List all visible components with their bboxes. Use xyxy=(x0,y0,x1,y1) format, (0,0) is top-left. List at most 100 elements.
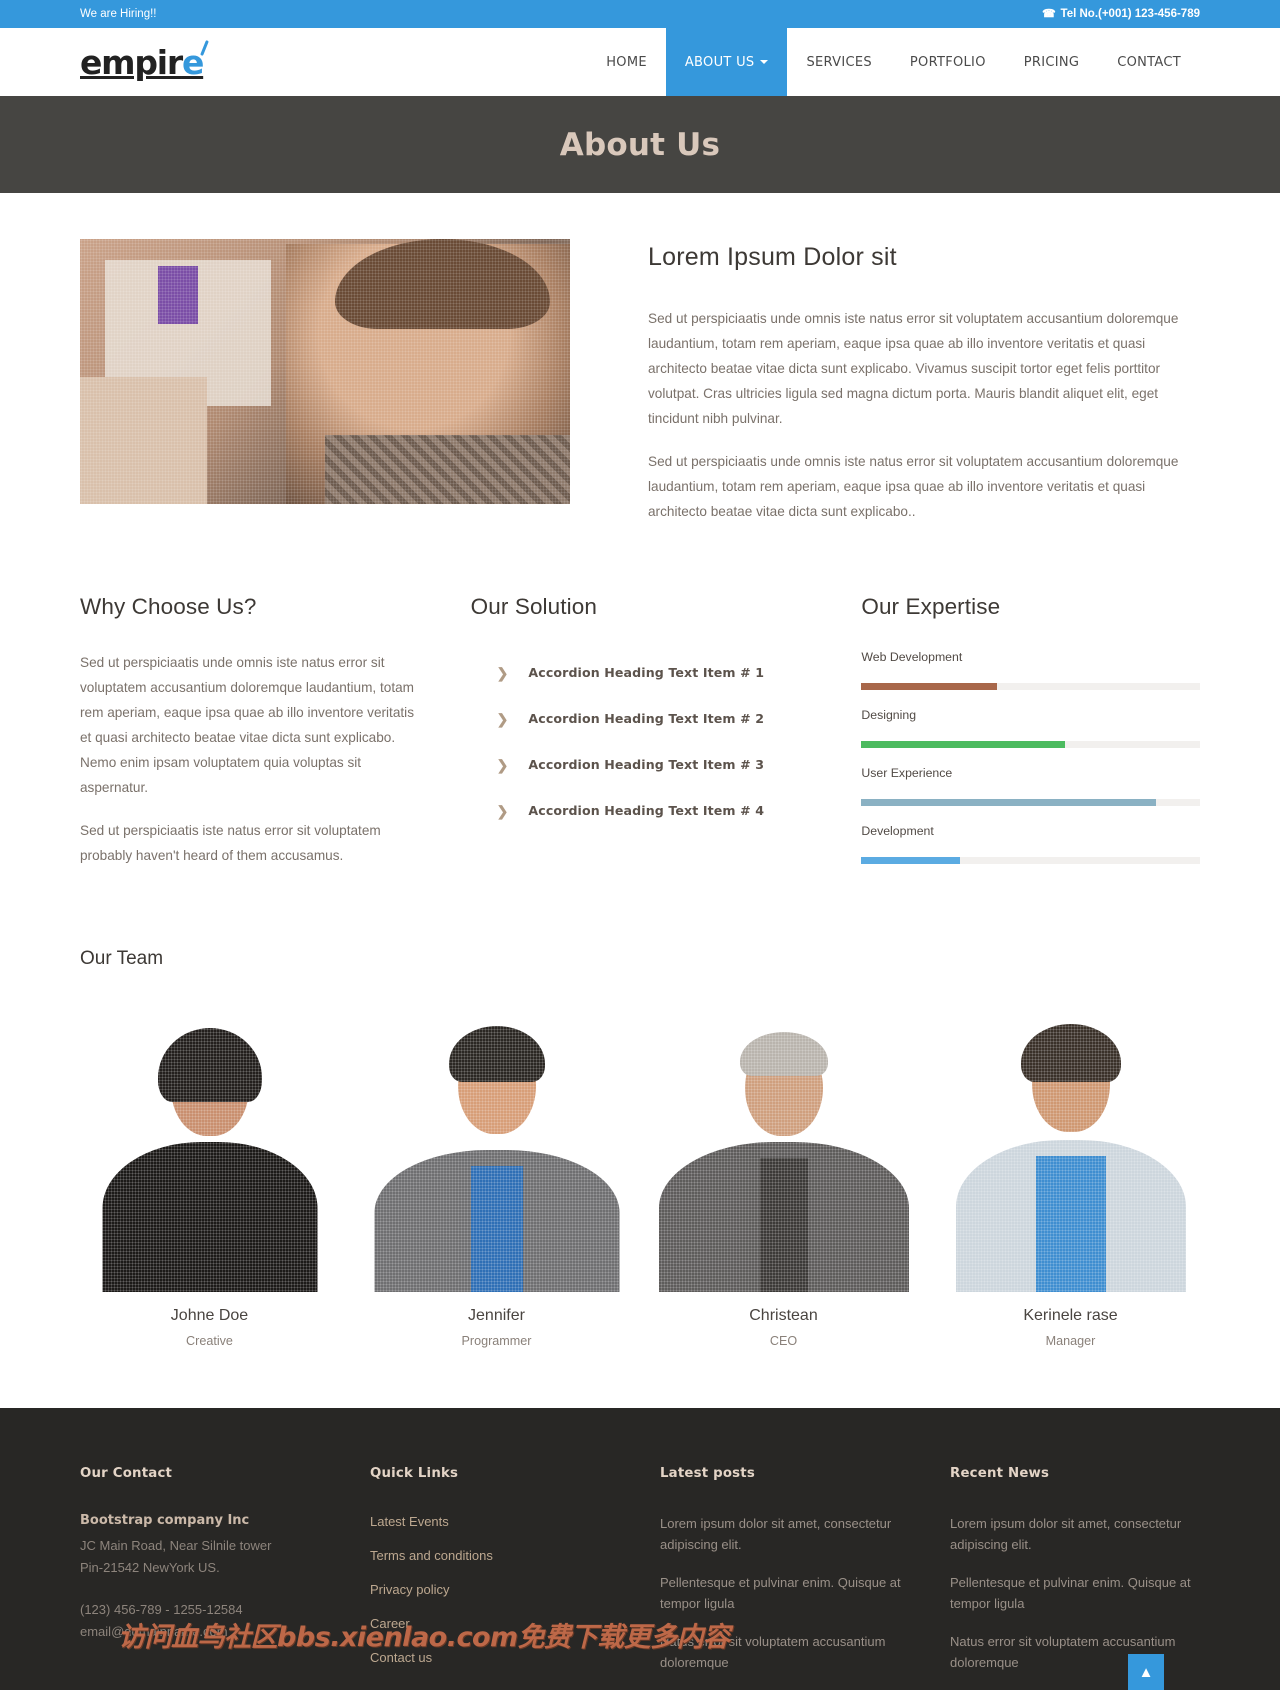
why-choose-us-column: Why Choose Us? Sed ut perspiciaatis unde… xyxy=(80,594,419,886)
footer-company-name: Bootstrap company Inc xyxy=(80,1513,250,1528)
nav-item-contact[interactable]: CONTACT xyxy=(1098,28,1200,96)
skill-row: Designing xyxy=(861,708,1201,748)
accordion-item-label: Accordion Heading Text Item # 1 xyxy=(528,665,765,680)
skill-progress-fill xyxy=(861,857,960,864)
accordion-item[interactable]: ❯ Accordion Heading Text Item # 3 xyxy=(471,742,810,788)
our-team-heading: Our Team xyxy=(80,948,164,969)
about-us-page: We are Hiring!! ☎ Tel No.(+001) 123-456-… xyxy=(0,0,1280,1690)
site-header: empir e HOME ABOUT US SERVICES PORTFOLIO PRIC… xyxy=(0,28,1280,96)
chevron-up-icon: ▲ xyxy=(1138,1663,1154,1681)
skill-row: User Experience xyxy=(861,766,1201,806)
chevron-right-icon: ❯ xyxy=(496,802,509,819)
utility-topbar: We are Hiring!! ☎ Tel No.(+001) 123-456-… xyxy=(0,0,1280,28)
our-expertise-column: Our Expertise Web Development Designing Us… xyxy=(861,594,1201,886)
our-solution-column: Our Solution ❯ Accordion Heading Text Ite… xyxy=(471,594,810,886)
footer-post-item[interactable]: Pellentesque et pulvinar enim. Quisque a… xyxy=(950,1572,1200,1614)
footer-post-item[interactable]: Lorem ipsum dolor sit amet, consectetur … xyxy=(950,1513,1200,1555)
page-hero: About Us xyxy=(0,96,1280,193)
skill-row: Web Development xyxy=(861,650,1201,690)
photo-shape-hair xyxy=(157,1028,262,1102)
skill-progress-fill xyxy=(861,741,1065,748)
footer-link[interactable]: Privacy policy xyxy=(370,1582,449,1597)
photo-dither-overlay xyxy=(80,239,570,504)
footer-link[interactable]: Terms and conditions xyxy=(370,1548,493,1563)
chevron-down-icon xyxy=(760,60,769,64)
photo-shape-torso xyxy=(102,1142,317,1292)
footer-recent-news-list: Lorem ipsum dolor sit amet, consectetur … xyxy=(950,1513,1200,1673)
accordion-item-label: Accordion Heading Text Item # 2 xyxy=(528,711,765,726)
footer-link[interactable]: Latest Events xyxy=(370,1514,449,1529)
logo-text-main: empir xyxy=(80,42,183,82)
footer-quick-links-column: Quick Links Latest Events Terms and condi… xyxy=(370,1466,620,1690)
chevron-right-icon: ❯ xyxy=(496,664,509,681)
skill-label: Web Development xyxy=(861,650,963,664)
accordion-item-label: Accordion Heading Text Item # 3 xyxy=(528,757,765,772)
why-choose-us-paragraph-2: Sed ut perspiciaatis iste natus error si… xyxy=(80,823,381,863)
photo-shape-hair xyxy=(448,1026,545,1082)
site-logo[interactable]: empir e xyxy=(80,28,204,96)
intro-heading: Lorem Ipsum Dolor sit xyxy=(648,243,897,271)
our-expertise-heading: Our Expertise xyxy=(861,594,1001,619)
skill-label: Designing xyxy=(861,708,917,722)
accordion-item-label: Accordion Heading Text Item # 4 xyxy=(528,803,765,818)
footer-address-line-1: JC Main Road, Near Silnile tower xyxy=(80,1538,272,1553)
team-photo-jennifer xyxy=(367,1010,626,1292)
hiring-notice[interactable]: We are Hiring!! xyxy=(80,8,156,20)
team-member-role: Creative xyxy=(186,1334,233,1348)
footer-quick-links-heading: Quick Links xyxy=(370,1466,459,1481)
nav-item-label: HOME xyxy=(606,54,647,70)
skill-progress-fill xyxy=(861,799,1156,806)
nav-item-pricing[interactable]: PRICING xyxy=(1005,28,1099,96)
intro-photo xyxy=(80,239,570,504)
photo-shape-shirt xyxy=(1035,1156,1106,1292)
scroll-to-top-button[interactable]: ▲ xyxy=(1128,1654,1164,1690)
footer-address-line-2: Pin-21542 NewYork US. xyxy=(80,1560,220,1575)
nav-item-label: PORTFOLIO xyxy=(909,54,986,70)
footer-latest-posts-heading: Latest posts xyxy=(660,1466,755,1481)
accordion-list: ❯ Accordion Heading Text Item # 1 ❯ Accordi… xyxy=(471,650,810,834)
why-choose-us-paragraph-1: Sed ut perspiciaatis unde omnis iste nat… xyxy=(80,655,414,795)
nav-item-label: CONTACT xyxy=(1117,54,1181,70)
team-member-card[interactable]: Jennifer Programmer xyxy=(367,1010,626,1348)
intro-paragraph-1: Sed ut perspiciaatis unde omnis iste nat… xyxy=(648,311,1179,426)
nav-item-label: ABOUT US xyxy=(684,54,755,70)
photo-shape-shirt xyxy=(759,1158,808,1292)
footer-contact-column: Our Contact Bootstrap company Inc JC Mai… xyxy=(80,1466,330,1690)
team-grid: Johne Doe Creative Jennifer Programmer Chris… xyxy=(80,1010,1200,1348)
chevron-right-icon: ❯ xyxy=(496,756,509,773)
team-member-card[interactable]: Christean CEO xyxy=(654,1010,913,1348)
page-title: About Us xyxy=(559,126,721,163)
nav-item-portfolio[interactable]: PORTFOLIO xyxy=(891,28,1005,96)
our-solution-heading: Our Solution xyxy=(470,594,597,619)
accordion-item[interactable]: ❯ Accordion Heading Text Item # 4 xyxy=(471,788,810,834)
footer-post-item[interactable]: Lorem ipsum dolor sit amet, consectetur … xyxy=(660,1513,910,1555)
photo-shape-hair xyxy=(739,1032,828,1076)
team-member-card[interactable]: Kerinele rase Manager xyxy=(941,1010,1200,1348)
footer-contact-heading: Our Contact xyxy=(80,1466,173,1481)
nav-item-label: PRICING xyxy=(1023,54,1080,70)
nav-item-services[interactable]: SERVICES xyxy=(787,28,890,96)
team-member-role: CEO xyxy=(769,1334,798,1348)
team-photo-kerinele-rase xyxy=(941,1010,1200,1292)
team-member-role: Manager xyxy=(1045,1334,1096,1348)
photo-shape-shirt xyxy=(470,1166,523,1292)
team-member-name: Johne Doe xyxy=(170,1307,249,1324)
intro-copy: Lorem Ipsum Dolor sit Sed ut perspiciaat… xyxy=(648,239,1200,542)
skill-progress-track xyxy=(861,857,1201,864)
accordion-item[interactable]: ❯ Accordion Heading Text Item # 2 xyxy=(471,696,810,742)
nav-item-home[interactable]: HOME xyxy=(587,28,666,96)
logo-text-accent: e xyxy=(181,42,204,82)
skill-progress-track xyxy=(861,683,1201,690)
team-member-name: Christean xyxy=(749,1307,818,1324)
footer-post-item[interactable]: Pellentesque et pulvinar enim. Quisque a… xyxy=(660,1572,910,1614)
phone-icon: ☎ xyxy=(1041,7,1056,20)
nav-item-about-us[interactable]: ABOUT US xyxy=(665,28,788,96)
site-footer: Our Contact Bootstrap company Inc JC Mai… xyxy=(0,1408,1280,1690)
accordion-item[interactable]: ❯ Accordion Heading Text Item # 1 xyxy=(471,650,810,696)
skill-label: Development xyxy=(861,824,934,838)
telephone-number[interactable]: Tel No.(+001) 123-456-789 xyxy=(1061,8,1200,20)
team-photo-christean xyxy=(654,1010,913,1292)
team-member-card[interactable]: Johne Doe Creative xyxy=(80,1010,339,1348)
site-watermark: 访问血鸟社区bbs.xienlao.com免费下载更多内容 xyxy=(118,1622,730,1653)
